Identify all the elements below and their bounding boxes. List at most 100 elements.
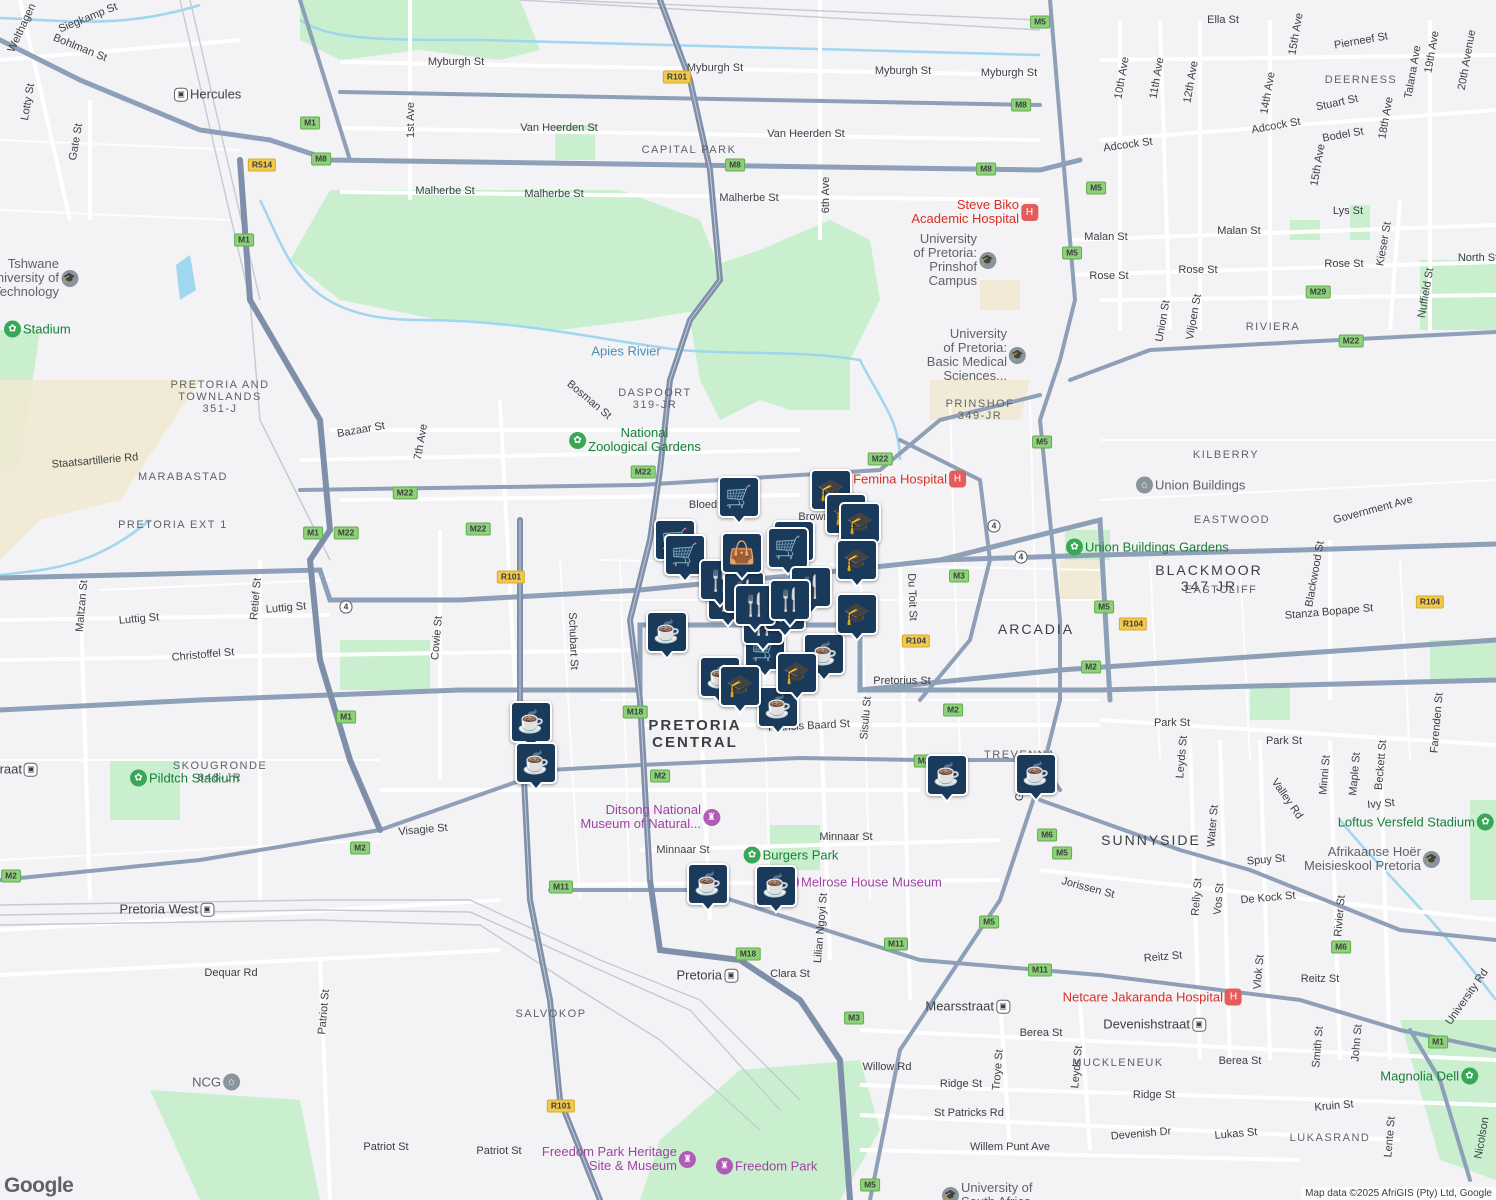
graduation-cap-icon: 🎓 (783, 660, 811, 685)
poi-stadium[interactable]: ✿ Stadium (2, 320, 71, 338)
street-label: Malherbe St (524, 188, 584, 200)
marker-cafe[interactable]: ☕ (510, 701, 552, 750)
route-shield-m8: M8 (725, 158, 745, 172)
marker-shop[interactable]: 🛒 (767, 527, 809, 576)
poi-pretoria-west[interactable]: Pretoria West ▣ (119, 902, 216, 917)
graduation-cap-icon: 🎓 (726, 673, 754, 698)
poi-mearsstraat[interactable]: Mearsstraat ▣ (925, 999, 1012, 1014)
school-icon: 🎓 (1423, 850, 1440, 868)
street-label: Willem Punt Ave (970, 1141, 1050, 1153)
poi-melrose-house-museum[interactable]: ♜Melrose House Museum (780, 873, 942, 891)
marker-shop[interactable]: 🛒 (718, 476, 760, 525)
poi-femina-hospital[interactable]: Femina Hospital H (853, 470, 968, 488)
cup-icon: ☕ (694, 871, 722, 896)
street-label: Berea St (1019, 1027, 1063, 1039)
marker-school[interactable]: 🎓 (719, 665, 761, 714)
poi-label: Steve Biko Academic Hospital (911, 197, 1019, 226)
poi-national-zoological-gardens[interactable]: ✿ National Zoological Gardens (567, 426, 701, 454)
poi-label: University ofSouth Africa (961, 1180, 1033, 1200)
cup-icon: ☕ (762, 873, 790, 898)
poi-devenishstraat[interactable]: Devenishstraat ▣ (1103, 1017, 1208, 1032)
route-shield-m5: M5 (1086, 181, 1106, 195)
hospital-icon: H (1021, 203, 1038, 221)
marker-shop[interactable]: 👜 (721, 532, 763, 581)
cup-icon: ☕ (1022, 761, 1050, 786)
poi-magnolia-dell[interactable]: Magnolia Dell ✿ (1380, 1067, 1480, 1085)
poi-burgers-park[interactable]: ✿ Burgers Park (742, 846, 838, 864)
marker-school[interactable]: 🎓 (836, 593, 878, 642)
poi-afrikaanse-ho-r-meisieskool-pretoria[interactable]: Afrikaanse Hoër Meisieskool Pretoria 🎓 (1304, 845, 1442, 873)
poi-raat[interactable]: raat ▣ (0, 762, 40, 777)
area-label-deerness: DEERNESS (1324, 74, 1398, 86)
street-label: Van Heerden St (767, 128, 845, 140)
poi-ditsong-national-museum-of-natural[interactable]: Ditsong National Museum of Natural... ♜ (580, 803, 722, 831)
map-attribution[interactable]: Map data ©2025 AfriGIS (Pty) Ltd, Google (1301, 1187, 1496, 1200)
marker-cafe[interactable]: ☕ (926, 754, 968, 803)
street-label: Malan St (1217, 225, 1261, 237)
poi-label: Afrikaanse Hoër Meisieskool Pretoria (1303, 844, 1421, 873)
area-label-pretoria-central: PRETORIA CENTRAL (648, 717, 742, 751)
poi-freedom-park-heritage-site-museum[interactable]: Freedom Park Heritage Site & Museum ♜ (542, 1145, 698, 1173)
route-shield-m11: M11 (883, 937, 909, 951)
route-shield-m18: M18 (735, 947, 761, 961)
street-label: Rose St (1089, 270, 1129, 282)
marker-school[interactable]: 🎓 (839, 502, 881, 551)
route-shield-m2: M2 (1081, 660, 1101, 674)
marker-restaurant[interactable]: 🍴 (769, 579, 811, 628)
marker-cafe[interactable]: ☕ (755, 865, 797, 914)
cart-icon: 🛒 (671, 542, 699, 567)
poi-label: Union Buildings Gardens (1085, 539, 1229, 554)
school-icon: 🎓 (61, 269, 78, 287)
park-icon: ✿ (1477, 813, 1494, 831)
poi-label: Melrose House Museum (801, 874, 942, 889)
area-label-lukasrand: LUKASRAND (1289, 1132, 1371, 1144)
poi-steve-biko-academic-hospital[interactable]: Steve Biko Academic Hospital H (911, 198, 1040, 226)
marker-school[interactable]: 🎓 (776, 652, 818, 701)
poi-ncg[interactable]: NCG ⌂ (192, 1073, 242, 1091)
poi-university-of-south-africa[interactable]: 🎓University ofSouth Africa (940, 1181, 1033, 1200)
street-label: Ivy St (1366, 796, 1396, 812)
route-shield-m5: M5 (1094, 600, 1114, 614)
street-label: Ridge St (1132, 1089, 1176, 1101)
park-icon: ✿ (130, 769, 147, 787)
poi-label: TshwaneUniversity ofTechnology (0, 256, 59, 299)
marker-cafe[interactable]: ☕ (1015, 753, 1057, 802)
landmark-icon: ⌂ (1136, 476, 1153, 494)
poi-netcare-jakaranda-hospital[interactable]: Netcare Jakaranda Hospital H (1063, 988, 1244, 1006)
poi-hercules[interactable]: ▣ Hercules (172, 87, 241, 102)
school-icon: 🎓 (979, 251, 996, 269)
street-label: Van Heerden St (520, 122, 598, 134)
poi-label: Pildtch Stadium (149, 770, 240, 785)
area-label-kilberry: KILBERRY (1192, 449, 1260, 461)
poi-freedom-park[interactable]: ♜ Freedom Park (714, 1157, 817, 1175)
poi-tshwane-university-of-technology[interactable]: TshwaneUniversity ofTechnology🎓 (0, 257, 80, 299)
route-shield-m2: M2 (943, 703, 963, 717)
poi-pildtch-stadium[interactable]: ✿ Pildtch Stadium (128, 769, 240, 787)
poi-university-of-pretoria-basic-medical-sciences[interactable]: University of Pretoria: Basic Medical Scien… (927, 327, 1028, 383)
poi-label: Magnolia Dell (1380, 1068, 1459, 1083)
poi-label: Pretoria (676, 967, 722, 983)
poi-label: Freedom Park Heritage Site & Museum (541, 1144, 677, 1173)
map-canvas[interactable]: PRETORIA CENTRAL ARCADIA SUNNYSIDE CAPITAL P… (0, 0, 1496, 1200)
route-shield-m22: M22 (630, 465, 656, 479)
marker-cafe[interactable]: ☕ (515, 742, 557, 791)
street-label: Park St (1153, 717, 1191, 729)
route-shield-m3: M3 (844, 1011, 864, 1025)
poi-university-of-pretoria-prinshof-campus[interactable]: University of Pretoria: Prinshof Campus🎓 (913, 232, 998, 288)
cup-icon: ☕ (933, 762, 961, 787)
poi-pretoria[interactable]: Pretoria ▣ (676, 968, 740, 983)
marker-cafe[interactable]: ☕ (646, 611, 688, 660)
street-label: Park St (1265, 735, 1303, 747)
poi-loftus-versfeld-stadium[interactable]: Loftus Versfeld Stadium ✿ (1338, 813, 1496, 831)
poi-union-buildings-gardens[interactable]: ✿ Union Buildings Gardens (1064, 538, 1229, 556)
poi-union-buildings[interactable]: ⌂ Union Buildings (1134, 476, 1245, 494)
route-shield-r514: R514 (247, 158, 277, 172)
area-label-eastcliff: EASTCLIFF (1184, 584, 1258, 596)
street-label: Myburgh St (874, 65, 932, 77)
poi-label: Pretoria West (119, 901, 198, 917)
route-shield-m6: M6 (1037, 828, 1057, 842)
poi-apies-rivier[interactable]: Apies Rivier (591, 344, 660, 359)
marker-school[interactable]: 🎓 (836, 539, 878, 588)
google-logo: Google (4, 1174, 74, 1197)
marker-cafe[interactable]: ☕ (687, 863, 729, 912)
